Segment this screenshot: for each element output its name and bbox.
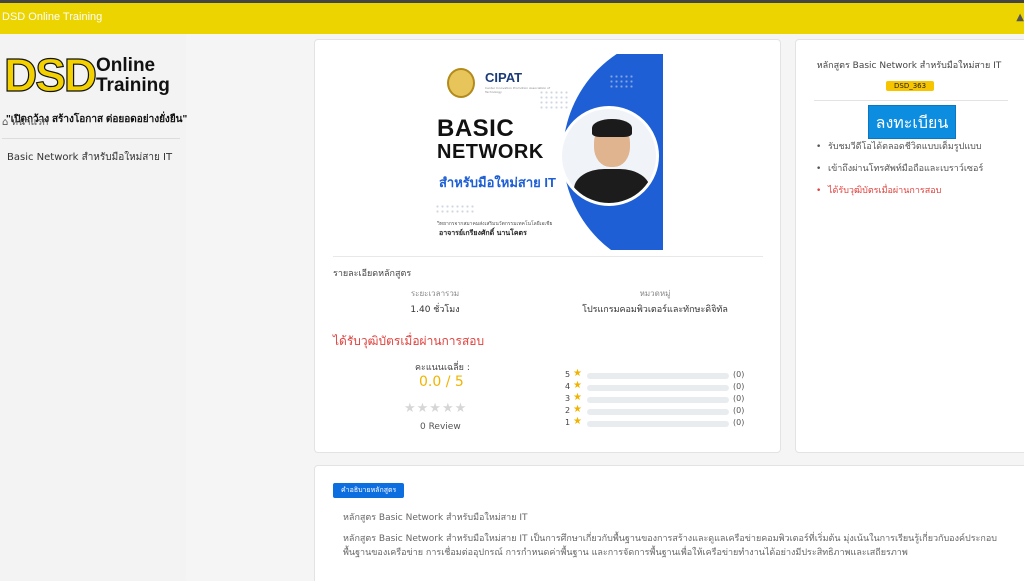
feature-item: • เข้าถึงผ่านโทรศัพท์มือถือและเบราว์เซอร์ <box>816 163 1024 185</box>
details-divider <box>333 256 763 257</box>
rating-row: 5 ★ (0) <box>565 368 755 382</box>
bullet-icon: • <box>816 142 822 152</box>
review-count: 0 Review <box>420 422 461 432</box>
sidebar-divider <box>2 138 180 139</box>
rating-row-stars: 4 <box>565 382 571 391</box>
rating-row-count: (0) <box>733 382 745 391</box>
enroll-divider <box>814 100 1008 101</box>
star-icon: ★ <box>573 368 582 379</box>
description-tab[interactable]: คำอธิบายหลักสูตร <box>333 483 405 498</box>
rating-bar <box>587 373 729 379</box>
feature-item: • รับชมวีดีโอได้ตลอดชีวิตแบบเต็มรูปแบบ <box>816 141 1024 163</box>
user-menu-caret-icon[interactable]: ▲ <box>1016 12 1024 23</box>
star-icon: ★ <box>573 392 582 403</box>
course-banner: CIPAT Center Innovation Promotion Associ… <box>419 54 663 250</box>
banner-title-line1: BASIC <box>437 115 515 142</box>
bullet-icon: • <box>816 186 822 196</box>
logo-dsd-text: DSD <box>3 48 97 101</box>
enroll-course-title: หลักสูตร Basic Network สำหรับมือใหม่สาย … <box>816 61 1002 71</box>
feature-text: รับชมวีดีโอได้ตลอดชีวิตแบบเต็มรูปแบบ <box>828 142 982 152</box>
average-score-label: คะแนนเฉลี่ย : <box>415 363 470 373</box>
rating-distribution: 5 ★ (0) 4 ★ (0) 3 ★ (0) 2 ★ (0) 1 ★ (0) <box>565 368 755 430</box>
details-section-title: รายละเอียดหลักสูตร <box>333 269 412 279</box>
rating-row-stars: 5 <box>565 370 571 379</box>
feature-list: • รับชมวีดีโอได้ตลอดชีวิตแบบเต็มรูปแบบ • เข… <box>816 141 1024 207</box>
logo-online: Online <box>96 55 156 76</box>
feature-text: ได้รับวุฒิบัตรเมื่อผ่านการสอบ <box>828 186 942 196</box>
category-label: หมวดหมู่ <box>639 289 671 298</box>
sidebar: DSD Online Training "เปิดกว้าง สร้างโอกา… <box>0 34 187 581</box>
rating-bar <box>587 409 729 415</box>
bullet-icon: • <box>816 164 822 174</box>
star-icon: ★ <box>573 416 582 427</box>
sidebar-item-course[interactable]: Basic Network สำหรับมือใหม่สาย IT <box>7 150 172 165</box>
duration-value: 1.40 ชั่วโมง <box>410 305 460 315</box>
description-title: หลักสูตร Basic Network สำหรับมือใหม่สาย … <box>343 513 528 523</box>
average-score-value: 0.0 / 5 <box>419 374 464 390</box>
banner-dots-bottom <box>435 204 475 214</box>
rating-bar <box>587 421 729 427</box>
top-navbar: DSD Online Training ▲ <box>0 3 1024 34</box>
cipat-subtitle: Center Innovation Promotion Association … <box>485 86 551 94</box>
rating-row-count: (0) <box>733 418 745 427</box>
feature-item: • ได้รับวุฒิบัตรเมื่อผ่านการสอบ <box>816 185 1024 207</box>
star-icon: ★ <box>573 380 582 391</box>
home-icon: ⌂ <box>2 117 9 128</box>
cipat-logo: CIPAT <box>485 70 523 85</box>
rating-row-stars: 3 <box>565 394 571 403</box>
rating-row-count: (0) <box>733 370 745 379</box>
banner-subtitle: สำหรับมือใหม่สาย IT <box>439 175 556 190</box>
description-body: หลักสูตร Basic Network สำหรับมือใหม่สาย … <box>343 534 997 558</box>
rating-row-count: (0) <box>733 394 745 403</box>
navbar-brand[interactable]: DSD Online Training <box>2 11 102 23</box>
speaker-photo <box>559 106 659 206</box>
logo-online-training: Online Training <box>96 56 170 96</box>
rating-row: 4 ★ (0) <box>565 380 755 394</box>
course-description-card: คำอธิบายหลักสูตร หลักสูตร Basic Network … <box>314 465 1024 581</box>
category-value: โปรแกรมคอมพิวเตอร์และทักษะดิจิทัล <box>582 305 728 315</box>
speaker-body <box>574 169 650 203</box>
rating-row: 1 ★ (0) <box>565 416 755 430</box>
rating-row-count: (0) <box>733 406 745 415</box>
rating-row: 2 ★ (0) <box>565 404 755 418</box>
rating-row: 3 ★ (0) <box>565 392 755 406</box>
logo-training: Training <box>96 75 170 96</box>
speaker-hair <box>592 119 632 137</box>
course-main-card: CIPAT Center Innovation Promotion Associ… <box>314 39 781 453</box>
register-button[interactable]: ลงทะเบียน <box>868 105 956 139</box>
government-seal-icon <box>447 68 475 98</box>
banner-dots-top <box>609 74 635 88</box>
feature-text: เข้าถึงผ่านโทรศัพท์มือถือและเบราว์เซอร์ <box>828 164 984 174</box>
sidebar-item-home-label: หน้าแรก <box>11 117 49 128</box>
enroll-panel: หลักสูตร Basic Network สำหรับมือใหม่สาย … <box>795 39 1024 453</box>
banner-speaker-name: อาจารย์เกรียงศักดิ์ นานโคตร <box>439 229 527 237</box>
rating-bar <box>587 397 729 403</box>
banner-speaker-role: วิทยากรจากสมาคมส่งเสริมนวัตกรรมเทคโนโลยี… <box>437 221 553 227</box>
dsd-logo[interactable]: DSD Online Training "เปิดกว้าง สร้างโอกา… <box>3 48 187 125</box>
rating-row-stars: 2 <box>565 406 571 415</box>
rating-stars: ★★★★★ <box>404 401 468 416</box>
duration-label: ระยะเวลารวม <box>410 289 460 298</box>
rating-bar <box>587 385 729 391</box>
course-code-badge: DSD_363 <box>886 81 935 91</box>
banner-title-line2: NETWORK <box>437 141 544 163</box>
sidebar-item-home[interactable]: ⌂ หน้าแรก <box>2 115 48 130</box>
certificate-note: ได้รับวุฒิบัตรเมื่อผ่านการสอบ <box>333 334 485 348</box>
rating-row-stars: 1 <box>565 418 571 427</box>
star-icon: ★ <box>573 404 582 415</box>
